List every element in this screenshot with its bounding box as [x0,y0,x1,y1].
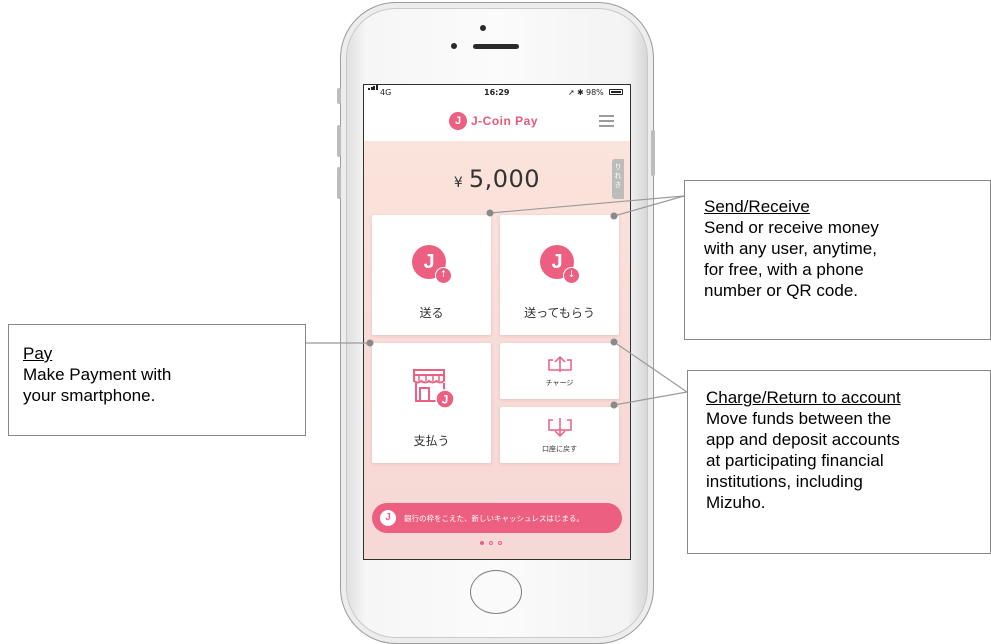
balance-amount: 5,000 [468,165,541,193]
send-receive-line: with any user, anytime, [704,239,877,258]
charge-icon [548,355,572,372]
return-label: 口座に戻す [542,445,577,453]
send-receive-line: Send or receive money [704,218,879,237]
app-header: J J-Coin Pay [364,101,630,141]
page-dot [489,541,493,545]
banner-logo-icon: J [380,510,396,526]
charge-return-line: at participating financial [706,451,884,470]
phone-screen: 4G 16:29 ➚ ✱ 98% J J-Coin Pay ¥5,000 りれき… [363,84,631,560]
phone-side-button [337,125,341,157]
status-time: 16:29 [484,88,510,97]
page-dot-active [480,541,484,545]
page-dot [498,541,502,545]
currency-symbol: ¥ [453,175,463,191]
banner-text: 銀行の枠をこえた、新しいキャッシュレスはじまる。 [404,514,584,523]
send-receive-line: number or QR code. [704,281,859,300]
shop-icon: J [413,369,455,409]
arrow-down-icon: ↓ [563,267,580,284]
return-tile[interactable]: 口座に戻す [500,407,619,463]
pay-line: your smartphone. [23,386,156,405]
camera-icon [480,25,486,31]
pay-callout: Pay Make Payment with your smartphone. [8,324,306,436]
app-logo-icon: J [449,112,467,130]
phone-side-button [337,88,341,104]
pay-label: 支払う [413,434,450,448]
promo-banner[interactable]: J 銀行の枠をこえた、新しいキャッシュレスはじまる。 [372,503,622,533]
sensor-icon [451,43,457,49]
app-title: J-Coin Pay [471,114,539,128]
balance-display: ¥5,000 [364,165,630,193]
pay-title: Pay [23,344,53,363]
bluetooth-icon: ✱ [577,88,584,97]
pay-line: Make Payment with [23,365,172,384]
return-icon [548,418,572,438]
svg-text:J: J [442,393,449,407]
send-tile[interactable]: J ↑ 送る [372,215,491,335]
page-indicator [480,541,514,547]
phone-side-button [651,130,655,176]
status-bar: 4G 16:29 ➚ ✱ 98% [364,85,630,101]
main-content: ¥5,000 りれき J ↑ 送る J ↓ 送ってもらう J 支払う チャージ … [364,141,630,559]
battery-icon [609,89,623,95]
send-receive-line: for free, with a phone [704,260,864,279]
arrow-up-icon: ↑ [435,267,452,284]
history-tab[interactable]: りれき [612,159,624,199]
send-label: 送る [419,306,444,320]
charge-return-line: institutions, including [706,472,863,491]
receive-tile[interactable]: J ↓ 送ってもらう [500,215,619,335]
charge-return-callout: Charge/Return to account Move funds betw… [687,370,991,554]
receive-label: 送ってもらう [524,306,595,320]
menu-icon[interactable] [599,115,614,127]
send-receive-title: Send/Receive [704,197,810,216]
send-receive-callout: Send/Receive Send or receive money with … [684,180,991,340]
location-icon: ➚ [568,88,575,97]
history-tab-label: りれき [614,163,622,189]
home-button[interactable] [470,570,522,614]
battery-percent: 98% [586,88,604,97]
charge-return-line: Mizuho. [706,493,766,512]
speaker-grille [473,44,519,49]
charge-return-title: Charge/Return to account [706,388,901,407]
charge-tile[interactable]: チャージ [500,343,619,399]
carrier-label: 4G [380,88,392,97]
phone-side-button [337,167,341,199]
pay-tile[interactable]: J 支払う [372,343,491,463]
charge-return-line: app and deposit accounts [706,430,900,449]
charge-label: チャージ [545,379,574,387]
charge-return-line: Move funds between the [706,409,892,428]
